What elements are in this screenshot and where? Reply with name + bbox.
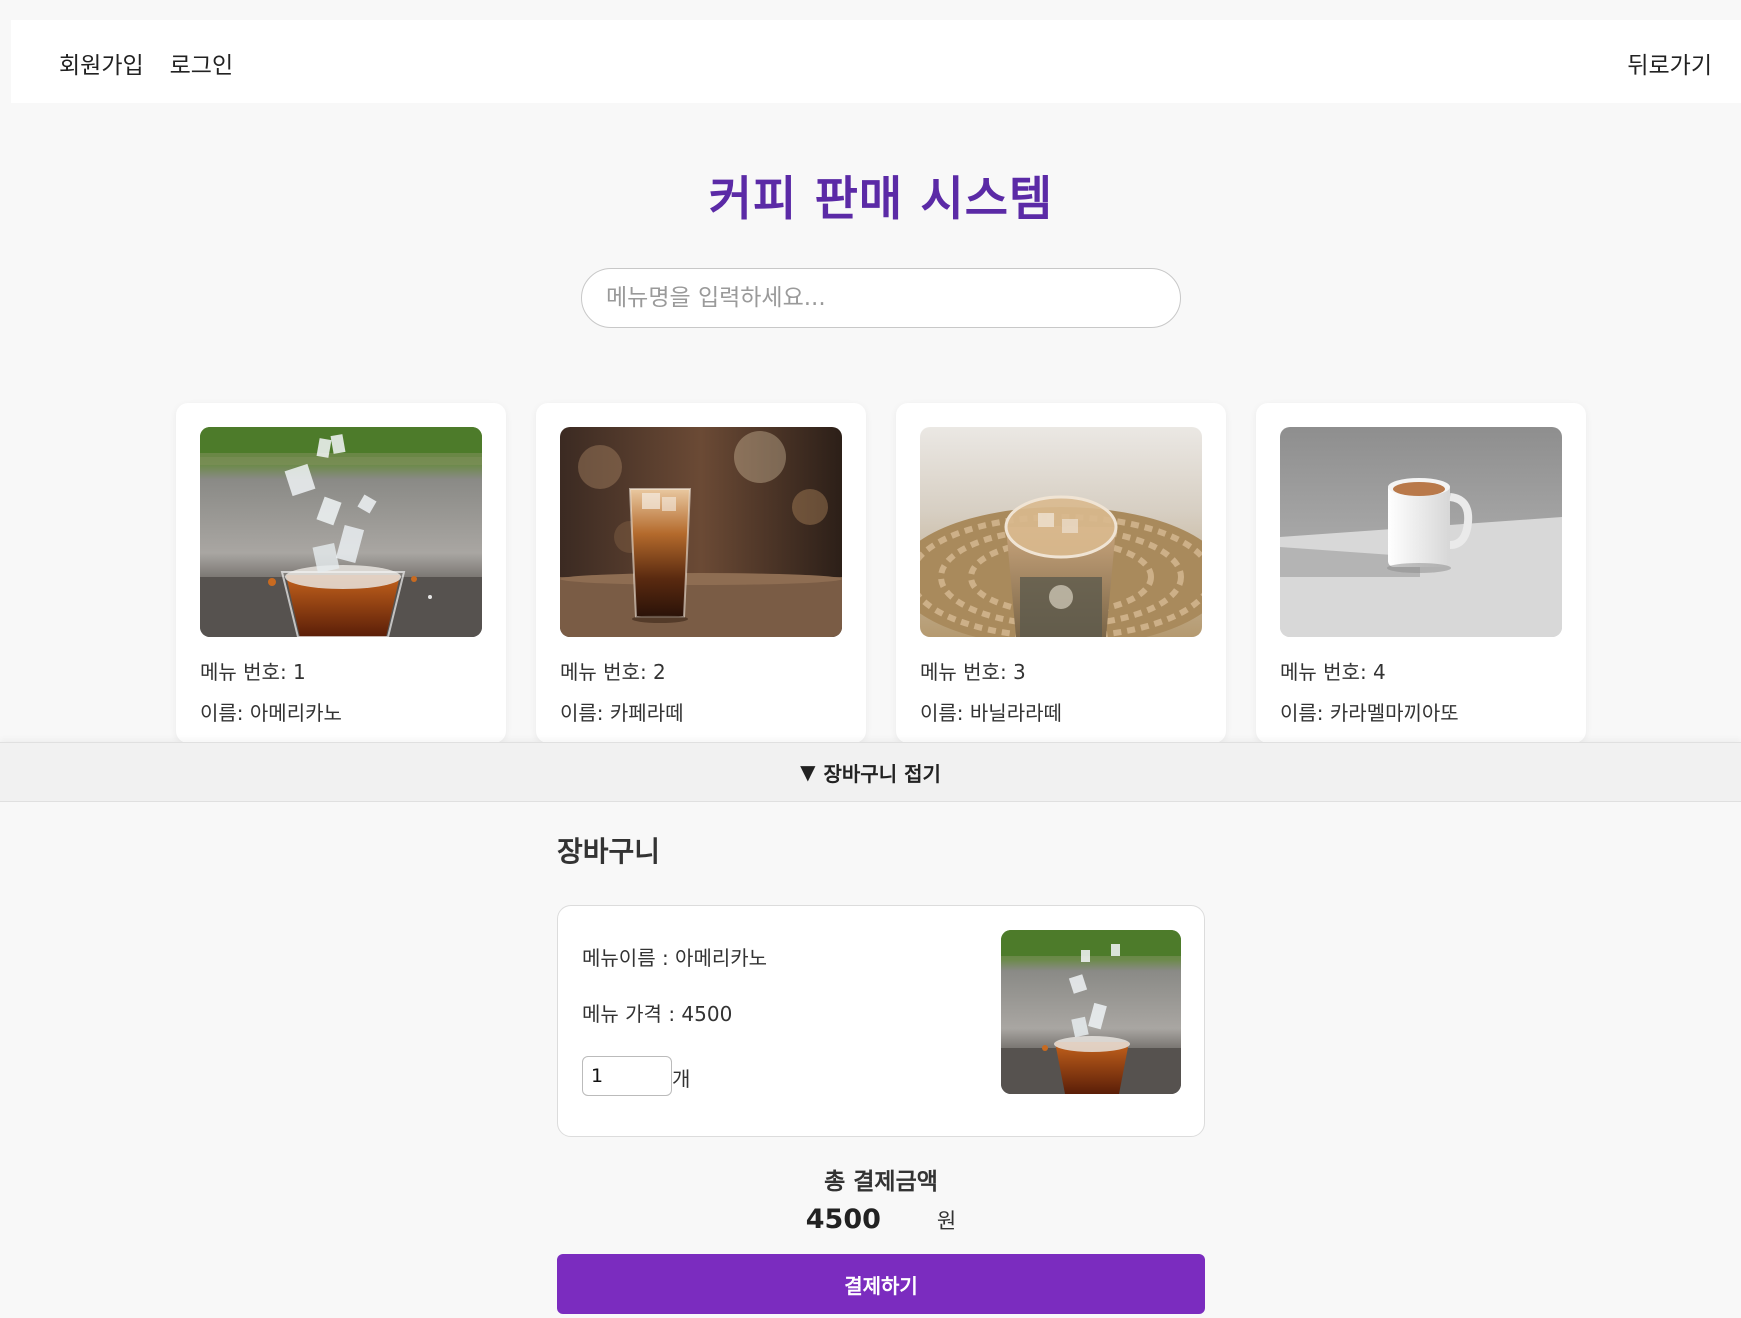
quantity-unit: 개: [672, 1067, 691, 1091]
total-amount: 4500: [805, 1204, 881, 1235]
cart-item-name: 메뉴이름 : 아메리카노: [582, 946, 768, 970]
login-link[interactable]: 로그인: [170, 46, 233, 80]
cart-item: 메뉴이름 : 아메리카노 메뉴 가격 : 4500 개: [557, 905, 1205, 1137]
menu-number: 메뉴 번호: 3: [920, 660, 1026, 684]
menu-name: 이름: 아메리카노: [200, 701, 342, 725]
back-link[interactable]: 뒤로가기: [1627, 53, 1712, 79]
triangle-down-icon: ▼: [800, 760, 816, 784]
back-link-container: 뒤로가기: [1627, 46, 1712, 80]
menu-number: 메뉴 번호: 4: [1280, 660, 1386, 684]
pay-button[interactable]: 결제하기: [557, 1254, 1205, 1314]
total-label: 총 결제금액: [824, 1169, 938, 1195]
menu-search-input[interactable]: [581, 268, 1181, 328]
cart-panel: 장바구니 메뉴이름 : 아메리카노 메뉴 가격 : 4500 개 총 결제금액 …: [0, 802, 1741, 1318]
cart-collapse-toggle[interactable]: ▼ 장바구니 접기: [0, 742, 1741, 802]
total-row: 4500 원: [557, 1204, 1205, 1235]
total-currency: 원: [936, 1209, 957, 1233]
cart-item-price: 메뉴 가격 : 4500: [582, 1002, 733, 1026]
menu-number: 메뉴 번호: 2: [560, 660, 666, 684]
menu-name: 이름: 카라멜마끼아또: [1280, 701, 1459, 725]
quantity-input[interactable]: [582, 1056, 672, 1096]
menu-number: 메뉴 번호: 1: [200, 660, 306, 684]
cart-title: 장바구니: [557, 835, 661, 868]
menu-card-grid: 메뉴 번호: 1 이름: 아메리카노 메뉴 번호: 2 이름: 카페라떼 메뉴 …: [176, 403, 1586, 743]
cafe-latte-image: [560, 427, 842, 637]
menu-card[interactable]: 메뉴 번호: 3 이름: 바닐라라떼: [896, 403, 1226, 743]
vanilla-latte-image: [920, 427, 1202, 637]
page-title: 커피 판매 시스템: [708, 172, 1054, 227]
signup-link[interactable]: 회원가입: [59, 46, 144, 80]
caramel-macchiato-image: [1280, 427, 1562, 637]
menu-name: 이름: 바닐라라떼: [920, 701, 1062, 725]
menu-card[interactable]: 메뉴 번호: 1 이름: 아메리카노: [176, 403, 506, 743]
cart-item-image: [1001, 930, 1181, 1094]
iced-americano-image: [200, 427, 482, 637]
auth-links: 회원가입 로그인: [59, 46, 233, 80]
menu-name: 이름: 카페라떼: [560, 701, 684, 725]
menu-card[interactable]: 메뉴 번호: 2 이름: 카페라떼: [536, 403, 866, 743]
top-navigation-bar: 회원가입 로그인 뒤로가기: [11, 20, 1741, 103]
menu-card[interactable]: 메뉴 번호: 4 이름: 카라멜마끼아또: [1256, 403, 1586, 743]
cart-toggle-label: 장바구니 접기: [823, 761, 941, 786]
